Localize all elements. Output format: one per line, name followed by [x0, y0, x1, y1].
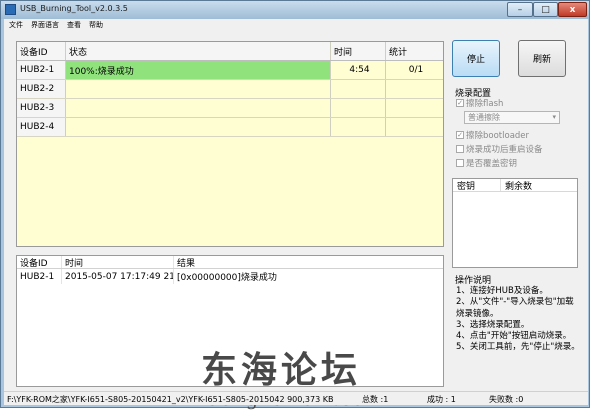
log-result: [0x00000000]烧录成功	[177, 273, 277, 283]
menu-view[interactable]: 查看	[67, 20, 81, 30]
client-area: 设备ID 状态 时间 统计 HUB2-1 100%:烧录成功 4:54 0/1 …	[4, 30, 588, 410]
col-time[interactable]: 时间	[331, 42, 386, 60]
key-col-name[interactable]: 密钥	[453, 179, 501, 192]
device-time	[331, 99, 386, 117]
device-id: HUB2-3	[17, 99, 66, 117]
device-time	[331, 118, 386, 136]
status-path: F:\YFK-ROM之家\YFK-I651-S805-20150421_v2\Y…	[7, 395, 334, 404]
col-stats[interactable]: 统计	[386, 42, 443, 60]
help-line: 4、点击"开始"按钮启动烧录。	[456, 331, 572, 342]
key-col-remaining[interactable]: 剩余数	[501, 179, 577, 192]
menu-file[interactable]: 文件	[9, 20, 23, 30]
status-bar: F:\YFK-ROM之家\YFK-I651-S805-20150421_v2\Y…	[4, 391, 588, 405]
device-status	[66, 80, 331, 98]
status-fail: 失败数 :0	[489, 395, 524, 404]
overwrite-key-label: 是否覆盖密钥	[466, 159, 518, 169]
help-line: 2、从"文件"-"导入烧录包"加载烧录镜像。	[456, 297, 574, 319]
chevron-down-icon: ▾	[552, 113, 556, 121]
log-time: 2015-05-07 17:17:49 211	[62, 269, 174, 284]
key-list-header: 密钥 剩余数	[453, 179, 577, 192]
help-line: 5、关闭工具前，先"停止"烧录。	[456, 342, 580, 353]
erase-mode-value: 普通擦除	[468, 113, 500, 122]
watermark-cn: 东海论坛	[201, 349, 362, 391]
grid-row[interactable]: HUB2-1 100%:烧录成功 4:54 0/1	[17, 61, 443, 80]
title-bar[interactable]: USB_Burning_Tool_v2.0.3.5 – □ x	[1, 1, 589, 19]
help-title: 操作说明	[455, 276, 492, 286]
status-success: 成功 : 1	[427, 395, 456, 404]
key-list[interactable]: 密钥 剩余数	[452, 178, 578, 268]
config-group: ✓ 擦除flash 普通擦除 ▾ ✓ 擦除bootloader 烧录成功后重启设…	[452, 97, 577, 171]
log-row[interactable]: HUB2-1 2015-05-07 17:17:49 211 [0x000000…	[17, 269, 443, 284]
device-time: 4:54	[331, 61, 386, 79]
app-icon	[5, 4, 16, 15]
grid-row[interactable]: HUB2-3	[17, 99, 443, 118]
checkbox-empty-icon	[456, 159, 464, 167]
device-grid: 设备ID 状态 时间 统计 HUB2-1 100%:烧录成功 4:54 0/1 …	[16, 41, 444, 247]
menu-language[interactable]: 界面语言	[31, 20, 59, 30]
device-stats	[386, 99, 443, 117]
stop-button[interactable]: 停止	[452, 40, 500, 77]
erase-bootloader-checkbox[interactable]: ✓ 擦除bootloader	[456, 129, 529, 141]
erase-mode-select[interactable]: 普通擦除 ▾	[464, 111, 560, 124]
maximize-button[interactable]: □	[533, 2, 558, 17]
menu-bar: 文件 界面语言 查看 帮助	[4, 19, 588, 30]
log-device-id: HUB2-1	[17, 269, 62, 284]
checkbox-empty-icon	[456, 145, 464, 153]
reboot-after-checkbox[interactable]: 烧录成功后重启设备	[456, 143, 543, 155]
device-id: HUB2-2	[17, 80, 66, 98]
app-window: USB_Burning_Tool_v2.0.3.5 – □ x 文件 界面语言 …	[0, 0, 590, 410]
log-col-time[interactable]: 时间	[62, 256, 174, 268]
device-id: HUB2-1	[17, 61, 66, 79]
log-col-result[interactable]: 结果	[174, 256, 443, 269]
device-stats	[386, 118, 443, 136]
erase-bootloader-label: 擦除bootloader	[466, 131, 530, 141]
overwrite-key-checkbox[interactable]: 是否覆盖密钥	[456, 157, 517, 169]
refresh-button[interactable]: 刷新	[518, 40, 566, 77]
help-text: 1、连接好HUB及设备。 2、从"文件"-"导入烧录包"加载烧录镜像。 3、选择…	[456, 286, 580, 354]
grid-row[interactable]: HUB2-2	[17, 80, 443, 99]
status-total: 总数 :1	[362, 395, 389, 404]
device-status: 100%:烧录成功	[66, 61, 331, 79]
log-header: 设备ID 时间 结果	[17, 256, 443, 269]
erase-flash-checkbox[interactable]: ✓ 擦除flash	[456, 97, 503, 109]
device-id: HUB2-4	[17, 118, 66, 136]
menu-help[interactable]: 帮助	[89, 20, 103, 30]
grid-header: 设备ID 状态 时间 统计	[17, 42, 443, 61]
checkmark-icon: ✓	[456, 99, 464, 107]
help-line: 3、选择烧录配置。	[456, 319, 530, 330]
checkmark-icon: ✓	[456, 131, 464, 139]
erase-flash-label: 擦除flash	[466, 99, 504, 109]
device-time	[331, 80, 386, 98]
device-status	[66, 99, 331, 117]
window-title: USB_Burning_Tool_v2.0.3.5	[20, 4, 128, 13]
reboot-after-label: 烧录成功后重启设备	[466, 145, 543, 155]
device-stats: 0/1	[408, 65, 424, 75]
col-device-id[interactable]: 设备ID	[17, 42, 66, 60]
help-line: 1、连接好HUB及设备。	[456, 286, 548, 296]
log-col-device-id[interactable]: 设备ID	[17, 256, 62, 268]
close-button[interactable]: x	[558, 2, 587, 17]
device-status	[66, 118, 331, 136]
grid-row[interactable]: HUB2-4	[17, 118, 443, 137]
col-status[interactable]: 状态	[66, 42, 331, 60]
minimize-button[interactable]: –	[507, 2, 533, 17]
device-stats	[386, 80, 443, 98]
